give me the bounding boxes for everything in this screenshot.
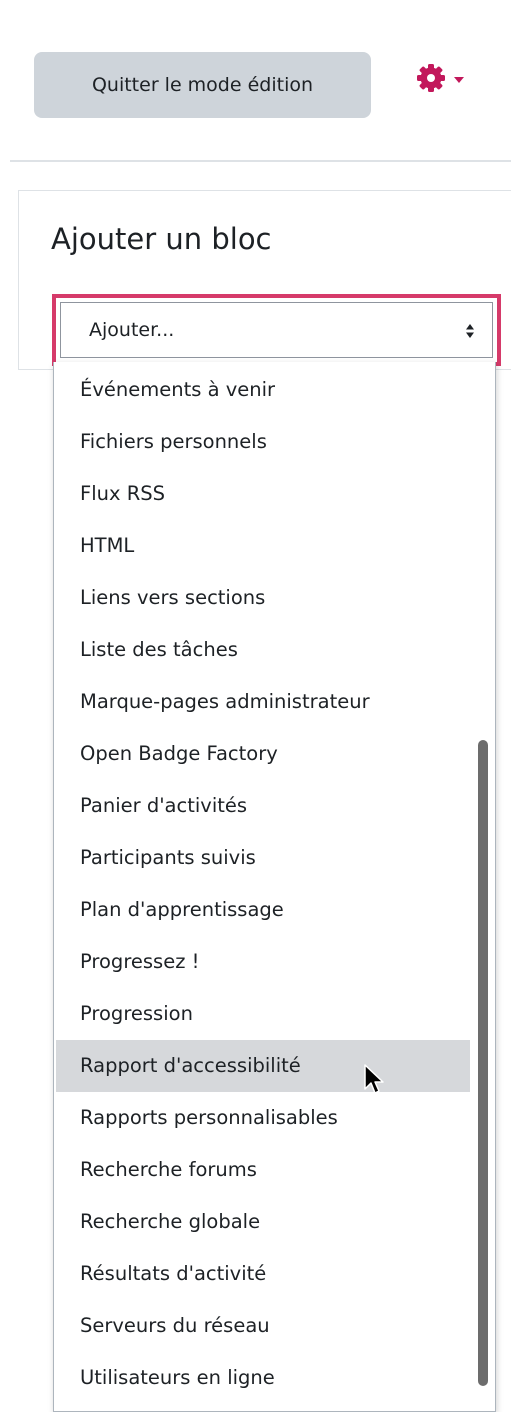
dropdown-option[interactable]: Flux RSS xyxy=(56,468,470,520)
settings-menu-toggle[interactable] xyxy=(416,58,464,98)
dropdown-option-hovered[interactable]: Rapport d'accessibilité xyxy=(56,1040,470,1092)
dropdown-option[interactable]: Recherche forums xyxy=(56,1144,470,1196)
gear-icon xyxy=(417,64,445,92)
dropdown-option[interactable]: Événements à venir xyxy=(56,364,470,416)
select-dropdown-list: Événements à venir Fichiers personnels F… xyxy=(53,362,496,1412)
dropdown-option[interactable]: Panier d'activités xyxy=(56,780,470,832)
dropdown-option[interactable]: Plan d'apprentissage xyxy=(56,884,470,936)
chevron-down-icon xyxy=(454,77,464,83)
dropdown-option[interactable]: Utilisateurs en ligne xyxy=(56,1352,470,1404)
dropdown-option[interactable]: Fichiers personnels xyxy=(56,416,470,468)
header-divider xyxy=(10,160,511,162)
mouse-pointer-icon xyxy=(364,1064,384,1094)
dropdown-option[interactable]: Progression xyxy=(56,988,470,1040)
select-arrows-icon xyxy=(466,324,474,338)
dropdown-option[interactable]: Rapports personnalisables xyxy=(56,1092,470,1144)
dropdown-option[interactable]: Marque-pages administrateur xyxy=(56,676,470,728)
dropdown-option[interactable]: Progressez ! xyxy=(56,936,470,988)
dropdown-option[interactable]: HTML xyxy=(56,520,470,572)
dropdown-option[interactable]: Serveurs du réseau xyxy=(56,1300,470,1352)
select-value: Ajouter... xyxy=(89,319,175,341)
add-block-select[interactable]: Ajouter... xyxy=(52,294,501,366)
dropdown-option[interactable]: Open Badge Factory xyxy=(56,728,470,780)
dropdown-option[interactable]: Liens vers sections xyxy=(56,572,470,624)
dropdown-option[interactable]: Participants suivis xyxy=(56,832,470,884)
add-block-title: Ajouter un bloc xyxy=(51,222,272,256)
dropdown-option[interactable]: Recherche globale xyxy=(56,1196,470,1248)
dropdown-scrollbar-thumb[interactable] xyxy=(478,740,488,1386)
exit-edit-mode-button[interactable]: Quitter le mode édition xyxy=(34,52,371,118)
dropdown-option[interactable]: Résultats d'activité xyxy=(56,1248,470,1300)
dropdown-option[interactable]: Liste des tâches xyxy=(56,624,470,676)
